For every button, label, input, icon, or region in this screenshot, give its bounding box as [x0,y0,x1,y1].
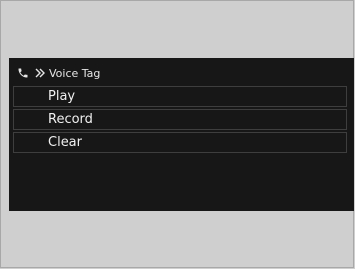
page-frame: Voice Tag Play Record Clear [0,0,354,268]
voice-tag-screen: Voice Tag Play Record Clear [9,58,354,211]
screen-header: Voice Tag [9,58,354,88]
menu-item-label: Record [48,112,93,127]
voice-tag-menu: Play Record Clear [13,86,347,155]
chevron-double-right-icon [34,67,46,79]
menu-item-clear[interactable]: Clear [13,132,347,153]
menu-item-play[interactable]: Play [13,86,347,107]
phone-icon [16,66,30,80]
menu-item-label: Clear [48,135,82,150]
menu-item-record[interactable]: Record [13,109,347,130]
menu-item-label: Play [48,89,76,104]
screen-title: Voice Tag [49,66,101,80]
